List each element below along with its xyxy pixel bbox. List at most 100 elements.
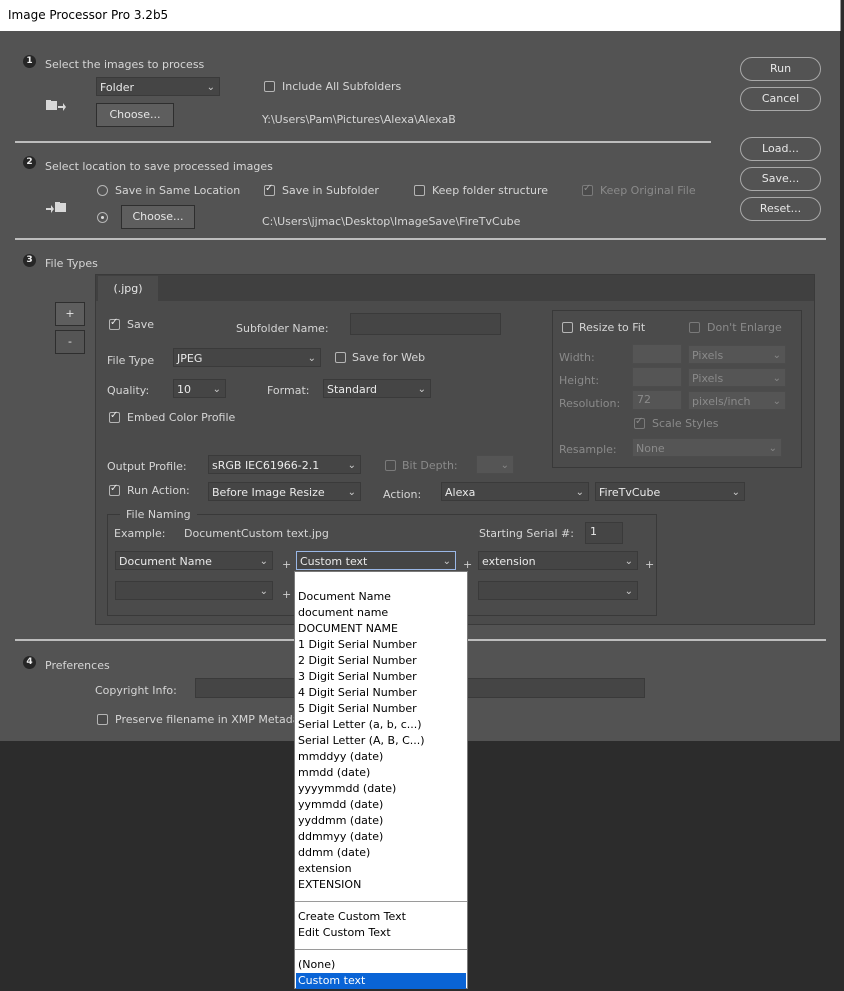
file-type-value: JPEG [177, 352, 203, 365]
preserve-filename-checkbox[interactable] [97, 714, 108, 725]
height-input[interactable] [632, 367, 682, 387]
file-type-tab-strip [96, 275, 814, 301]
dropdown-item[interactable]: DOCUMENT NAME [296, 621, 466, 637]
naming-field-6-select[interactable]: ⌄ [478, 581, 638, 600]
section-number-2: 2 [23, 156, 36, 169]
scale-styles-checkbox[interactable] [634, 416, 645, 429]
remove-file-type-button[interactable]: - [55, 330, 85, 354]
save-same-location-radio[interactable] [97, 185, 108, 196]
folder-source-icon [46, 99, 66, 113]
plus-sign: + [463, 558, 473, 571]
height-unit-select[interactable]: Pixels ⌄ [688, 368, 786, 387]
chevron-down-icon: ⌄ [259, 586, 268, 597]
dropdown-item[interactable]: 4 Digit Serial Number [296, 685, 466, 701]
dropdown-item[interactable]: Serial Letter (A, B, C...) [296, 733, 466, 749]
resample-select[interactable]: None ⌄ [632, 438, 782, 457]
naming-field-2-select[interactable]: Custom text ⌄ [296, 551, 456, 570]
action-set-select[interactable]: Alexa ⌄ [441, 482, 589, 501]
dropdown-item[interactable]: Document Name [296, 589, 466, 605]
dropdown-item[interactable]: 2 Digit Serial Number [296, 653, 466, 669]
dropdown-item-edit-custom[interactable]: Edit Custom Text [296, 925, 466, 941]
embed-color-profile-checkbox[interactable] [109, 410, 120, 423]
save-for-web-checkbox[interactable] [335, 352, 346, 363]
keep-original-file-checkbox[interactable] [582, 183, 593, 196]
dropdown-item-create-custom[interactable]: Create Custom Text [296, 909, 466, 925]
save-settings-button[interactable]: Save... [740, 167, 821, 191]
dropdown-item[interactable]: 3 Digit Serial Number [296, 669, 466, 685]
subfolder-name-input[interactable] [350, 313, 501, 335]
dropdown-item[interactable]: 1 Digit Serial Number [296, 637, 466, 653]
resolution-unit-select[interactable]: pixels/inch ⌄ [688, 391, 786, 410]
chevron-down-icon: ⌄ [347, 460, 356, 471]
resample-value: None [636, 442, 665, 455]
run-action-when-select[interactable]: Before Image Resize ⌄ [208, 482, 361, 501]
bit-depth-checkbox[interactable] [385, 460, 396, 471]
dropdown-item[interactable]: EXTENSION [296, 877, 466, 893]
format-select[interactable]: Standard ⌄ [323, 379, 431, 398]
bit-depth-label: Bit Depth: [402, 459, 458, 472]
save-jpg-checkbox[interactable] [109, 317, 120, 330]
quality-label: Quality: [107, 384, 150, 397]
dropdown-item[interactable]: yyyymmdd (date) [296, 781, 466, 797]
embed-color-profile-label: Embed Color Profile [127, 411, 236, 424]
output-profile-value: sRGB IEC61966-2.1 [212, 459, 320, 472]
action-label: Action: [383, 488, 422, 501]
naming-dropdown-menu: Document Name document name DOCUMENT NAM… [294, 571, 468, 989]
dropdown-item[interactable]: mmddyy (date) [296, 749, 466, 765]
height-label: Height: [559, 374, 600, 387]
width-unit-select[interactable]: Pixels ⌄ [688, 345, 786, 364]
starting-serial-input[interactable]: 1 [585, 522, 623, 544]
save-in-subfolder-checkbox[interactable] [264, 183, 275, 196]
naming-field-1-select[interactable]: Document Name ⌄ [115, 551, 273, 570]
section2-title: Select location to save processed images [45, 160, 273, 173]
resolution-input[interactable]: 72 [632, 390, 682, 410]
naming-field-4-select[interactable]: ⌄ [115, 581, 273, 600]
dropdown-item-none[interactable]: (None) [296, 957, 466, 973]
load-button[interactable]: Load... [740, 137, 821, 161]
cancel-button[interactable]: Cancel [740, 87, 821, 111]
tab-jpg[interactable]: (.jpg) [98, 276, 158, 302]
keep-folder-structure-label: Keep folder structure [432, 184, 549, 197]
dropdown-item[interactable]: 5 Digit Serial Number [296, 701, 466, 717]
include-subfolders-checkbox[interactable] [264, 81, 275, 92]
run-button[interactable]: Run [740, 57, 821, 81]
chevron-down-icon: ⌄ [624, 556, 633, 567]
naming-field-3-select[interactable]: extension ⌄ [478, 551, 638, 570]
dropdown-item[interactable]: Serial Letter (a, b, c...) [296, 717, 466, 733]
format-value: Standard [327, 383, 378, 396]
naming-field-1-value: Document Name [119, 555, 212, 568]
save-choose-location-radio[interactable] [97, 212, 108, 223]
format-label: Format: [267, 384, 310, 397]
keep-folder-structure-checkbox[interactable] [414, 185, 425, 196]
chevron-down-icon: ⌄ [307, 353, 316, 364]
choose-destination-button[interactable]: Choose... [121, 205, 195, 229]
chevron-down-icon: ⌄ [772, 373, 781, 384]
dropdown-item[interactable]: document name [296, 605, 466, 621]
file-type-select[interactable]: JPEG ⌄ [173, 348, 321, 367]
run-action-checkbox[interactable] [109, 483, 120, 496]
source-select[interactable]: Folder ⌄ [96, 77, 220, 96]
reset-button[interactable]: Reset... [740, 197, 821, 221]
action-name-value: FireTvCube [599, 486, 661, 499]
naming-field-2-value: Custom text [300, 555, 368, 568]
quality-select[interactable]: 10 ⌄ [173, 379, 226, 398]
save-in-subfolder-label: Save in Subfolder [282, 184, 379, 197]
run-action-label: Run Action: [127, 484, 190, 497]
dropdown-item[interactable]: extension [296, 861, 466, 877]
add-file-type-button[interactable]: + [55, 302, 85, 326]
dropdown-item[interactable]: ddmmyy (date) [296, 829, 466, 845]
dont-enlarge-checkbox[interactable] [689, 322, 700, 333]
dropdown-item[interactable]: ddmm (date) [296, 845, 466, 861]
dropdown-item[interactable]: yyddmm (date) [296, 813, 466, 829]
resize-to-fit-checkbox[interactable] [562, 322, 573, 333]
width-input[interactable] [632, 344, 682, 364]
choose-source-button[interactable]: Choose... [96, 103, 174, 127]
dropdown-item-custom-text-selected[interactable]: Custom text [296, 973, 466, 989]
plus-sign: + [645, 558, 655, 571]
action-name-select[interactable]: FireTvCube ⌄ [595, 482, 745, 501]
dropdown-item[interactable]: mmdd (date) [296, 765, 466, 781]
output-profile-select[interactable]: sRGB IEC61966-2.1 ⌄ [208, 455, 361, 474]
dropdown-item[interactable]: yymmdd (date) [296, 797, 466, 813]
resize-to-fit-label: Resize to Fit [579, 321, 646, 334]
bit-depth-select[interactable]: ⌄ [476, 455, 514, 474]
